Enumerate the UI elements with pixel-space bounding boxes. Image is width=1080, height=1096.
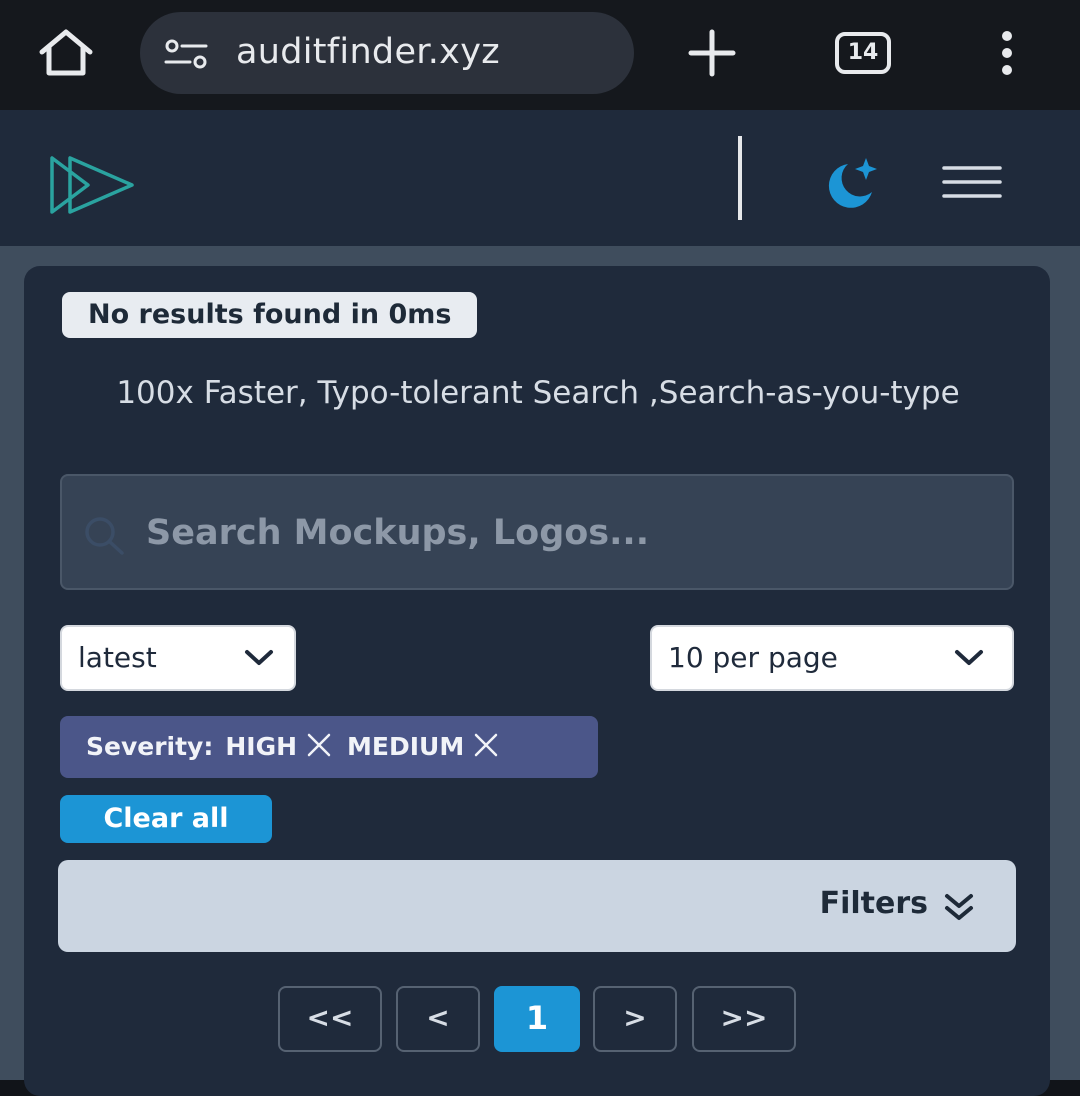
search-icon	[85, 517, 124, 555]
home-icon	[39, 29, 93, 76]
plus-icon	[688, 29, 736, 77]
per-page-select-value: 10 per page	[668, 641, 838, 674]
pagination-first-button[interactable]: <<	[278, 986, 382, 1052]
pagination-current-page[interactable]: 1	[494, 986, 580, 1052]
url-text[interactable]: auditfinder.xyz	[236, 32, 500, 72]
more-vertical-icon	[1002, 31, 1012, 75]
filters-label: Filters	[819, 886, 928, 921]
pagination-prev-button[interactable]: <	[396, 986, 480, 1052]
site-logo[interactable]	[48, 150, 138, 220]
close-icon[interactable]	[472, 732, 500, 758]
tab-switcher-button[interactable]: 14	[835, 32, 891, 74]
chevron-down-icon	[955, 650, 983, 665]
filter-chip-label: Severity:	[86, 732, 214, 761]
close-icon[interactable]	[305, 732, 333, 758]
new-tab-button[interactable]	[684, 28, 740, 78]
search-box[interactable]	[60, 474, 1014, 590]
home-button[interactable]	[36, 28, 96, 78]
search-input[interactable]	[146, 500, 996, 566]
search-tagline: 100x Faster, Typo-tolerant Search ,Searc…	[116, 375, 960, 411]
sort-select[interactable]: latest	[60, 625, 296, 691]
double-chevron-down-icon	[945, 894, 973, 920]
results-status-badge: No results found in 0ms	[62, 292, 478, 338]
chevron-down-icon	[245, 650, 273, 665]
theme-toggle-button[interactable]	[818, 154, 884, 214]
per-page-select[interactable]: 10 per page	[650, 625, 1014, 691]
pagination-last-button[interactable]: >>	[692, 986, 796, 1052]
browser-menu-button[interactable]	[992, 30, 1022, 76]
sort-select-value: latest	[78, 641, 157, 674]
play-logo-icon	[50, 156, 134, 214]
filter-value-medium: MEDIUM	[347, 732, 465, 761]
address-bar[interactable]: auditfinder.xyz	[140, 12, 634, 94]
header-divider	[738, 136, 742, 220]
site-settings-button[interactable]	[162, 38, 212, 70]
nav-menu-button[interactable]	[940, 162, 1004, 202]
moon-stars-icon	[828, 158, 877, 208]
hamburger-menu-icon	[942, 166, 1002, 198]
browser-toolbar: auditfinder.xyz 14	[0, 0, 1080, 110]
severity-filter-chip: Severity: HIGH MEDIUM	[60, 716, 598, 778]
filters-toggle[interactable]: Filters	[58, 860, 1016, 952]
pagination-next-button[interactable]: >	[593, 986, 677, 1052]
clear-all-button[interactable]: Clear all	[60, 795, 272, 843]
site-settings-icon	[164, 39, 208, 69]
site-header	[0, 110, 1080, 246]
filter-value-high: HIGH	[225, 732, 298, 761]
